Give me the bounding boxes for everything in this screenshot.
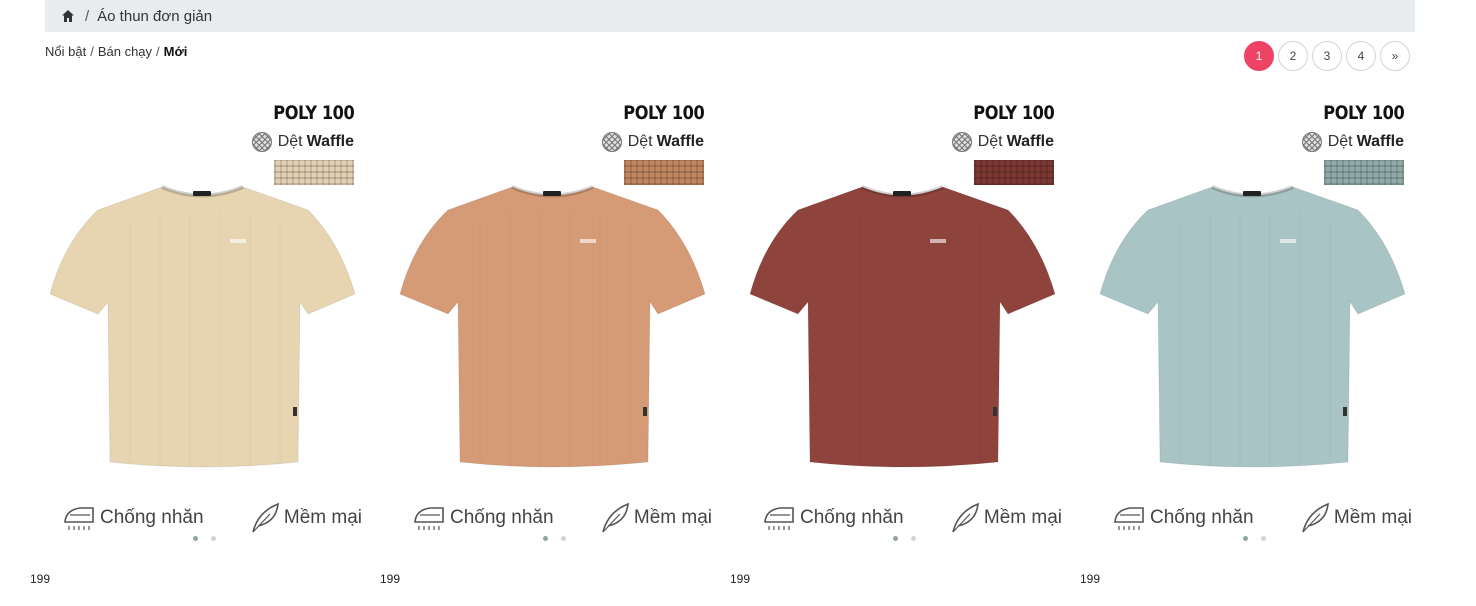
feature-list: Chống nhăn Mềm mại (762, 502, 1062, 534)
page-2-button[interactable]: 2 (1278, 41, 1308, 71)
feature-soft: Mềm mại (600, 502, 712, 534)
weave-prefix: Dệt (977, 133, 1003, 150)
feather-icon (602, 502, 629, 533)
feature-soft: Mềm mại (250, 502, 362, 534)
carousel-dot[interactable] (1261, 536, 1266, 541)
image-carousel-dots (1243, 536, 1266, 541)
feather-icon (952, 502, 979, 533)
material-label: POLY 100 (623, 102, 704, 124)
weave-pattern-icon (1301, 132, 1322, 152)
page-1-button[interactable]: 1 (1244, 41, 1274, 71)
weave-label: Dệt Waffle (951, 132, 1054, 152)
weave-name: Waffle (1356, 133, 1404, 150)
product-card[interactable]: POLY 100 Dệt Waffle Chống nhăn Mềm mại 1… (1080, 92, 1420, 602)
product-price: 199 (30, 572, 51, 586)
weave-name: Waffle (1006, 133, 1054, 150)
product-image[interactable] (400, 182, 705, 472)
sort-newest-link[interactable]: Mới (164, 44, 188, 59)
product-image[interactable] (50, 182, 355, 472)
feature-label: Chống nhăn (450, 507, 554, 528)
weave-pattern-icon (251, 132, 272, 152)
sort-bestseller-link[interactable]: Bán chạy (98, 44, 152, 59)
product-price: 199 (730, 572, 751, 586)
carousel-dot[interactable] (561, 536, 566, 541)
feature-soft: Mềm mại (1300, 502, 1412, 534)
feature-soft: Mềm mại (950, 502, 1062, 534)
home-icon[interactable] (61, 9, 75, 23)
image-carousel-dots (893, 536, 916, 541)
iron-icon (414, 507, 444, 530)
product-card[interactable]: POLY 100 Dệt Waffle Chống nhăn Mềm mại 1… (730, 92, 1070, 602)
feature-anti-wrinkle: Chống nhăn (62, 502, 204, 534)
iron-icon (1114, 507, 1144, 530)
carousel-dot[interactable] (1243, 536, 1248, 541)
feature-list: Chống nhăn Mềm mại (62, 502, 362, 534)
weave-label: Dệt Waffle (601, 132, 704, 152)
carousel-dot[interactable] (893, 536, 898, 541)
product-image[interactable] (1100, 182, 1405, 472)
feature-label: Mềm mại (983, 507, 1062, 528)
feature-label: Mềm mại (633, 507, 712, 528)
weave-pattern-icon (601, 132, 622, 152)
carousel-dot[interactable] (193, 536, 198, 541)
product-price: 199 (1080, 572, 1101, 586)
iron-icon (764, 507, 794, 530)
product-price: 199 (380, 572, 401, 586)
sort-options: Nổi bật / Bán chạy / Mới (45, 44, 187, 59)
feature-anti-wrinkle: Chống nhăn (412, 502, 554, 534)
feature-label: Chống nhăn (800, 507, 904, 528)
weave-name: Waffle (306, 133, 354, 150)
material-label: POLY 100 (973, 102, 1054, 124)
feature-list: Chống nhăn Mềm mại (412, 502, 712, 534)
image-carousel-dots (193, 536, 216, 541)
sort-separator: / (90, 44, 94, 59)
feature-label: Chống nhăn (100, 507, 204, 528)
weave-prefix: Dệt (627, 133, 653, 150)
iron-icon (64, 507, 94, 530)
material-label: POLY 100 (1323, 102, 1404, 124)
feature-label: Chống nhăn (1150, 507, 1254, 528)
product-card[interactable]: POLY 100 Dệt Waffle Chống nhăn Mềm mại 1… (380, 92, 720, 602)
feature-anti-wrinkle: Chống nhăn (762, 502, 904, 534)
carousel-dot[interactable] (911, 536, 916, 541)
material-label: POLY 100 (273, 102, 354, 124)
image-carousel-dots (543, 536, 566, 541)
feather-icon (1302, 502, 1329, 533)
sort-separator: / (156, 44, 160, 59)
weave-pattern-icon (951, 132, 972, 152)
sort-featured-link[interactable]: Nổi bật (45, 44, 86, 59)
weave-name: Waffle (656, 133, 704, 150)
feature-list: Chống nhăn Mềm mại (1112, 502, 1412, 534)
breadcrumb: / Áo thun đơn giản (45, 0, 1415, 32)
weave-prefix: Dệt (1327, 133, 1353, 150)
breadcrumb-separator: / (85, 7, 90, 25)
feature-label: Mềm mại (283, 507, 362, 528)
weave-label: Dệt Waffle (1301, 132, 1404, 152)
feather-icon (252, 502, 279, 533)
carousel-dot[interactable] (211, 536, 216, 541)
product-card[interactable]: POLY 100 Dệt Waffle Chống nhăn Mềm mại 1… (30, 92, 370, 602)
page-4-button[interactable]: 4 (1346, 41, 1376, 71)
product-image[interactable] (750, 182, 1055, 472)
feature-label: Mềm mại (1333, 507, 1412, 528)
next-page-button[interactable]: » (1380, 41, 1410, 71)
page-3-button[interactable]: 3 (1312, 41, 1342, 71)
feature-anti-wrinkle: Chống nhăn (1112, 502, 1254, 534)
pagination: 1 2 3 4 » (1244, 41, 1410, 71)
weave-prefix: Dệt (277, 133, 303, 150)
carousel-dot[interactable] (543, 536, 548, 541)
page-title: Áo thun đơn giản (97, 7, 213, 25)
weave-label: Dệt Waffle (251, 132, 354, 152)
